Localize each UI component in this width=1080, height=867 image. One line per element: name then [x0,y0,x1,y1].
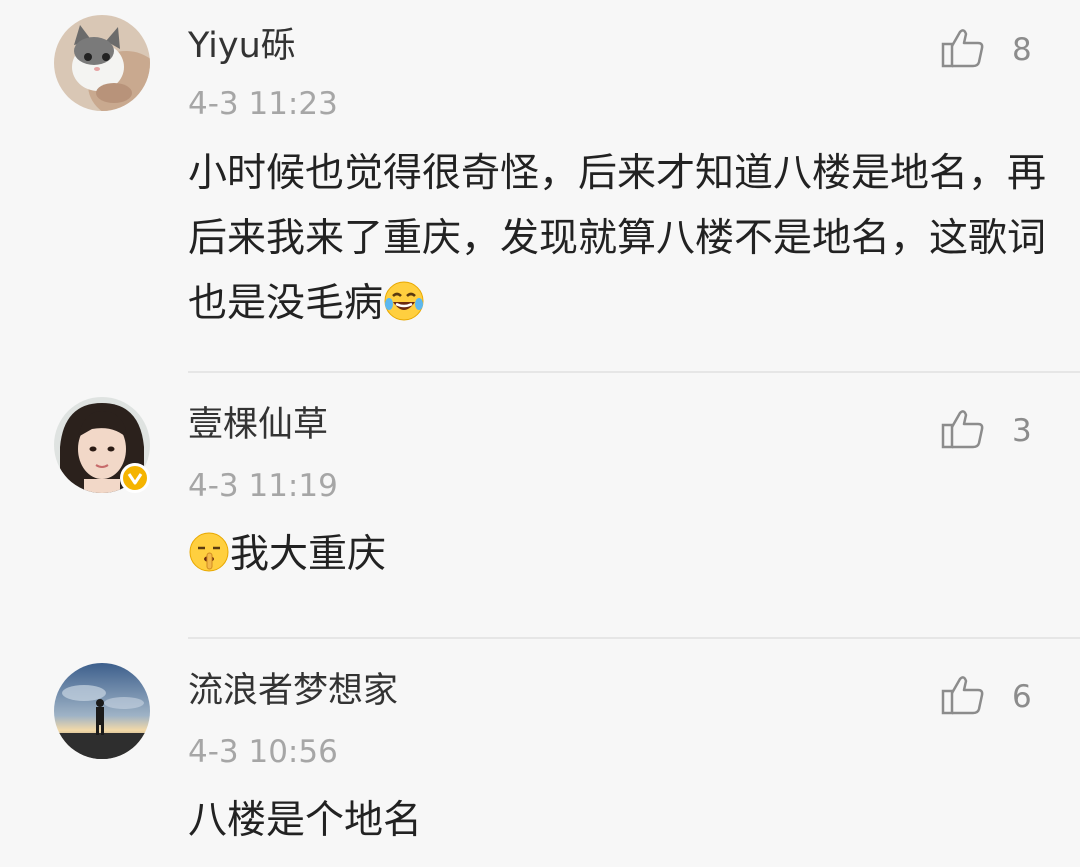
like-button[interactable]: 6 [940,673,1050,723]
comment-text-content: 小时候也觉得很奇怪，后来才知道八楼是地名，再后来我来了重庆，发现就算八楼不是地名… [188,151,1047,326]
like-button[interactable]: 8 [940,26,1050,76]
laughing-tears-emoji [383,277,425,321]
comment-item: 流浪者梦想家 4-3 10:56 八楼是个地名 6 [0,639,1080,867]
comment-text: 小时候也觉得很奇怪，后来才知道八楼是地名，再后来我来了重庆，发现就算八楼不是地名… [188,141,1048,336]
comment-item: Yiyu砾 4-3 11:23 小时候也觉得很奇怪，后来才知道八楼是地名，再后来… [0,0,1080,372]
timestamp: 4-3 11:19 [188,468,338,504]
timestamp: 4-3 11:23 [188,86,338,122]
comment-text-content: 八楼是个地名 [188,798,423,843]
like-button[interactable]: 3 [940,407,1050,457]
username[interactable]: 壹棵仙草 [188,403,328,447]
shushing-face-emoji [188,528,230,572]
verified-badge [120,463,150,493]
avatar[interactable] [54,663,150,759]
thumbs-up-icon [941,676,984,715]
timestamp: 4-3 10:56 [188,734,338,770]
thumbs-up-icon [941,29,984,68]
comment-text-content: 我大重庆 [230,532,387,577]
avatar[interactable] [54,15,150,111]
comment-text: 八楼是个地名 [188,788,1048,853]
username[interactable]: 流浪者梦想家 [188,669,398,713]
like-count: 8 [1012,32,1032,68]
thumbs-up-icon [941,410,984,449]
comment-text: 我大重庆 [188,522,1048,587]
like-count: 6 [1012,679,1032,715]
comment-item: 壹棵仙草 4-3 11:19 我大重庆 3 [0,373,1080,638]
username[interactable]: Yiyu砾 [188,24,296,68]
like-count: 3 [1012,413,1032,449]
v-check-icon [127,473,143,485]
comment-list: Yiyu砾 4-3 11:23 小时候也觉得很奇怪，后来才知道八楼是地名，再后来… [0,0,1080,867]
